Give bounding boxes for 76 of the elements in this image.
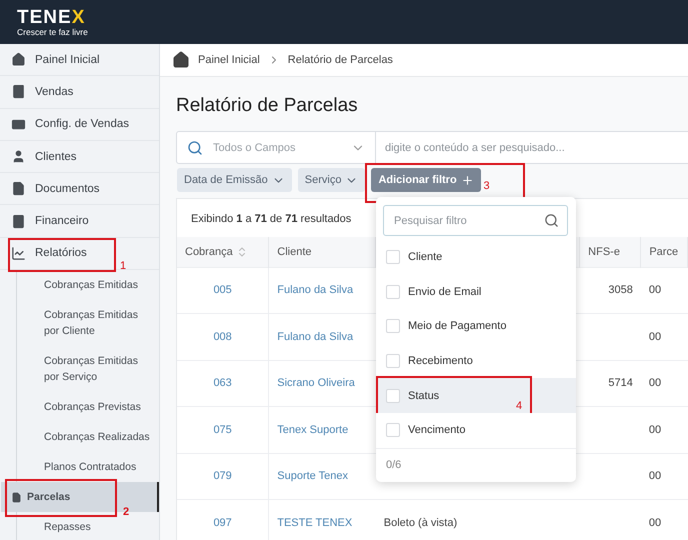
filter-option[interactable]: Cliente	[376, 240, 576, 275]
table-cell: 00	[648, 284, 662, 296]
table-cell: Boleto (à vista)	[384, 517, 458, 529]
step-number: 3	[483, 180, 490, 192]
add-filter-button[interactable]: Adicionar filtro	[371, 168, 481, 192]
search-field[interactable]: digite o conteúdo a ser pesquisado...	[376, 131, 688, 164]
filter-option[interactable]: Status 4	[376, 378, 576, 413]
filter-option[interactable]: Recebimento	[376, 344, 576, 378]
sidebar-subitem[interactable]: Cobranças Emitidas por Cliente	[44, 307, 155, 340]
table-cell: 00	[648, 470, 662, 482]
sidebar-item[interactable]: Config. de Vendas	[35, 118, 129, 130]
breadcrumb-item: Relatório de Parcelas	[288, 54, 393, 66]
table-link[interactable]: 008	[213, 330, 232, 343]
table-link[interactable]: 005	[213, 284, 232, 296]
filter-option[interactable]: Meio de Pagamento	[376, 309, 576, 344]
table-link[interactable]: Fulano da Silva	[277, 284, 354, 296]
column-header: Cliente	[268, 237, 376, 267]
results-summary: Exibindo 1 a 71 de 71 resultados	[191, 213, 352, 225]
sidebar-subitem[interactable]: Parcelas	[27, 489, 70, 506]
plus-icon	[460, 174, 474, 186]
checkbox[interactable]	[386, 250, 400, 264]
checkbox[interactable]	[386, 423, 400, 438]
sidebar-item[interactable]: Clientes	[35, 150, 77, 163]
table-link[interactable]: 079	[213, 470, 232, 482]
table-link[interactable]: TESTE TENEX	[277, 517, 352, 529]
home-icon[interactable]	[172, 51, 190, 69]
table-link[interactable]: 063	[213, 377, 232, 390]
checkbox[interactable]	[386, 284, 400, 299]
sidebar-subitem[interactable]: Repasses	[44, 519, 91, 536]
sidebar-subitem[interactable]: Cobranças Emitidas por Serviço	[44, 353, 155, 386]
table-cell: 3058	[608, 284, 633, 296]
sidebar-item[interactable]: Painel Inicial	[35, 54, 100, 66]
breadcrumb-item[interactable]: Painel Inicial	[198, 54, 260, 66]
table-cell: 00	[648, 330, 662, 343]
table-cell: 5714	[608, 377, 633, 390]
search-icon	[544, 213, 559, 228]
selection-count: 0/6	[376, 448, 576, 482]
step-number: 2	[123, 505, 130, 520]
table-cell: 00	[648, 517, 662, 529]
sidebar-subitem[interactable]: Cobranças Previstas	[44, 399, 141, 416]
table-link[interactable]: Sicrano Oliveira	[277, 377, 355, 390]
table-link[interactable]: 075	[213, 424, 232, 436]
search-icon	[187, 140, 203, 156]
logo: TENEX Crescer te faz livre	[17, 8, 88, 36]
sidebar-item[interactable]: Financeiro	[35, 215, 89, 228]
sidebar-subitem[interactable]: Cobranças Realizadas	[44, 429, 150, 446]
sidebar-subitem[interactable]: Cobranças Emitidas	[44, 277, 138, 294]
checkbox[interactable]	[386, 319, 400, 334]
column-header: NFS-e	[580, 237, 641, 267]
step-number: 1	[120, 260, 126, 272]
chart-icon	[11, 246, 26, 261]
filter-option[interactable]: Vencimento	[376, 412, 576, 448]
column-header: Parce	[640, 237, 688, 267]
step-number: 4	[516, 400, 522, 412]
table-cell: 00	[648, 424, 662, 436]
table-link[interactable]: 097	[213, 517, 232, 529]
table-link[interactable]: Suporte Tenex	[277, 470, 348, 482]
filter-option[interactable]: Envio de Email	[376, 274, 576, 310]
sidebar-subitem[interactable]: Planos Contratados	[44, 459, 136, 476]
filter-chip[interactable]: Serviço	[298, 168, 366, 192]
sidebar-item[interactable]: Relatórios	[35, 247, 87, 260]
sidebar-item[interactable]: Vendas	[35, 86, 74, 98]
page-title: Relatório de Parcelas	[176, 95, 359, 117]
file-icon	[11, 492, 22, 503]
filter-search-field[interactable]: Pesquisar filtro	[383, 205, 568, 236]
user-icon	[11, 149, 26, 164]
checkbox[interactable]	[386, 388, 400, 403]
table-link[interactable]: Fulano da Silva	[277, 330, 354, 343]
file-icon	[11, 181, 26, 196]
column-header: Cobrança	[177, 237, 269, 267]
table-link[interactable]: Tenex Suporte	[277, 424, 348, 436]
checkbox[interactable]	[386, 354, 400, 368]
sidebar-item[interactable]: Documentos	[35, 182, 100, 195]
table-cell: 00	[648, 377, 662, 390]
filter-chip[interactable]: Data de Emissão	[177, 168, 292, 192]
home-icon	[11, 52, 26, 68]
